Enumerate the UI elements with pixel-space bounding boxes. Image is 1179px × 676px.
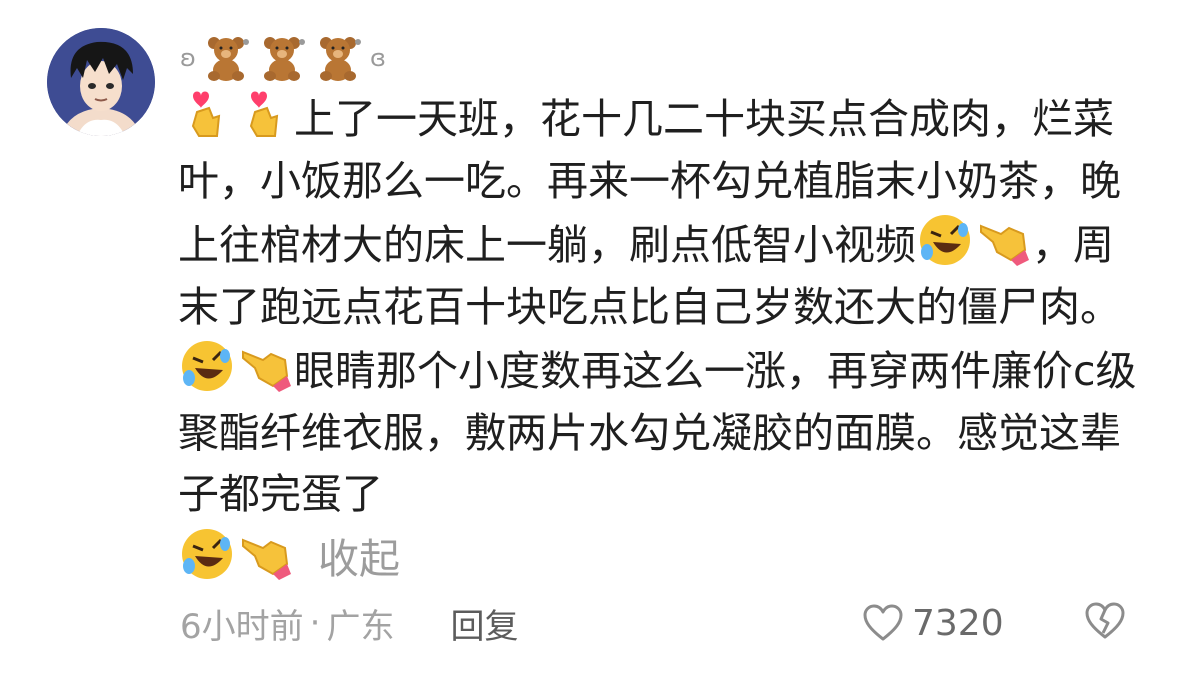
rolling-laughing-icon bbox=[917, 212, 973, 268]
comment-text: 上了一天班，花十几二十块买点合成肉，烂菜叶，小饭那么一吃。再来一杯勾兑植脂末小奶… bbox=[178, 86, 1148, 590]
timestamp: 6小时前 bbox=[180, 606, 304, 647]
dislike-button[interactable] bbox=[1084, 602, 1126, 644]
location: 广东 bbox=[326, 606, 395, 647]
pointing-hand-icon bbox=[237, 338, 293, 394]
rolling-laughing-icon bbox=[179, 338, 235, 394]
like-button[interactable]: 7320 bbox=[862, 596, 1004, 650]
bear-icon bbox=[320, 37, 361, 81]
bear-icon bbox=[264, 37, 305, 81]
rolling-laughing-icon bbox=[179, 526, 235, 582]
meta-separator: · bbox=[309, 603, 321, 643]
heart-icon bbox=[863, 604, 903, 641]
heart-hands-icon bbox=[179, 86, 235, 142]
broken-heart-icon bbox=[1085, 602, 1125, 639]
collapse-button[interactable]: 收起 bbox=[318, 535, 400, 583]
avatar[interactable] bbox=[47, 28, 155, 136]
reply-button[interactable]: 回复 bbox=[450, 599, 518, 648]
username-swirl-right: ɞ bbox=[370, 44, 386, 72]
bear-icon bbox=[208, 37, 249, 81]
pointing-hand-icon bbox=[975, 212, 1031, 268]
like-count: 7320 bbox=[912, 602, 1004, 644]
comment-meta: 6小时前 · 广东 回复 bbox=[180, 596, 518, 650]
comment-text-part-3: 眼睛那个小度数再这么一涨，再穿两件廉价c级聚酯纤维衣服，敷两片水勾兑凝胶的面膜。… bbox=[178, 347, 1137, 518]
username[interactable]: ʚ ɞ bbox=[178, 34, 388, 82]
heart-hands-icon bbox=[237, 86, 293, 142]
pointing-hand-icon bbox=[237, 526, 293, 582]
username-swirl-left: ʚ bbox=[180, 44, 196, 72]
